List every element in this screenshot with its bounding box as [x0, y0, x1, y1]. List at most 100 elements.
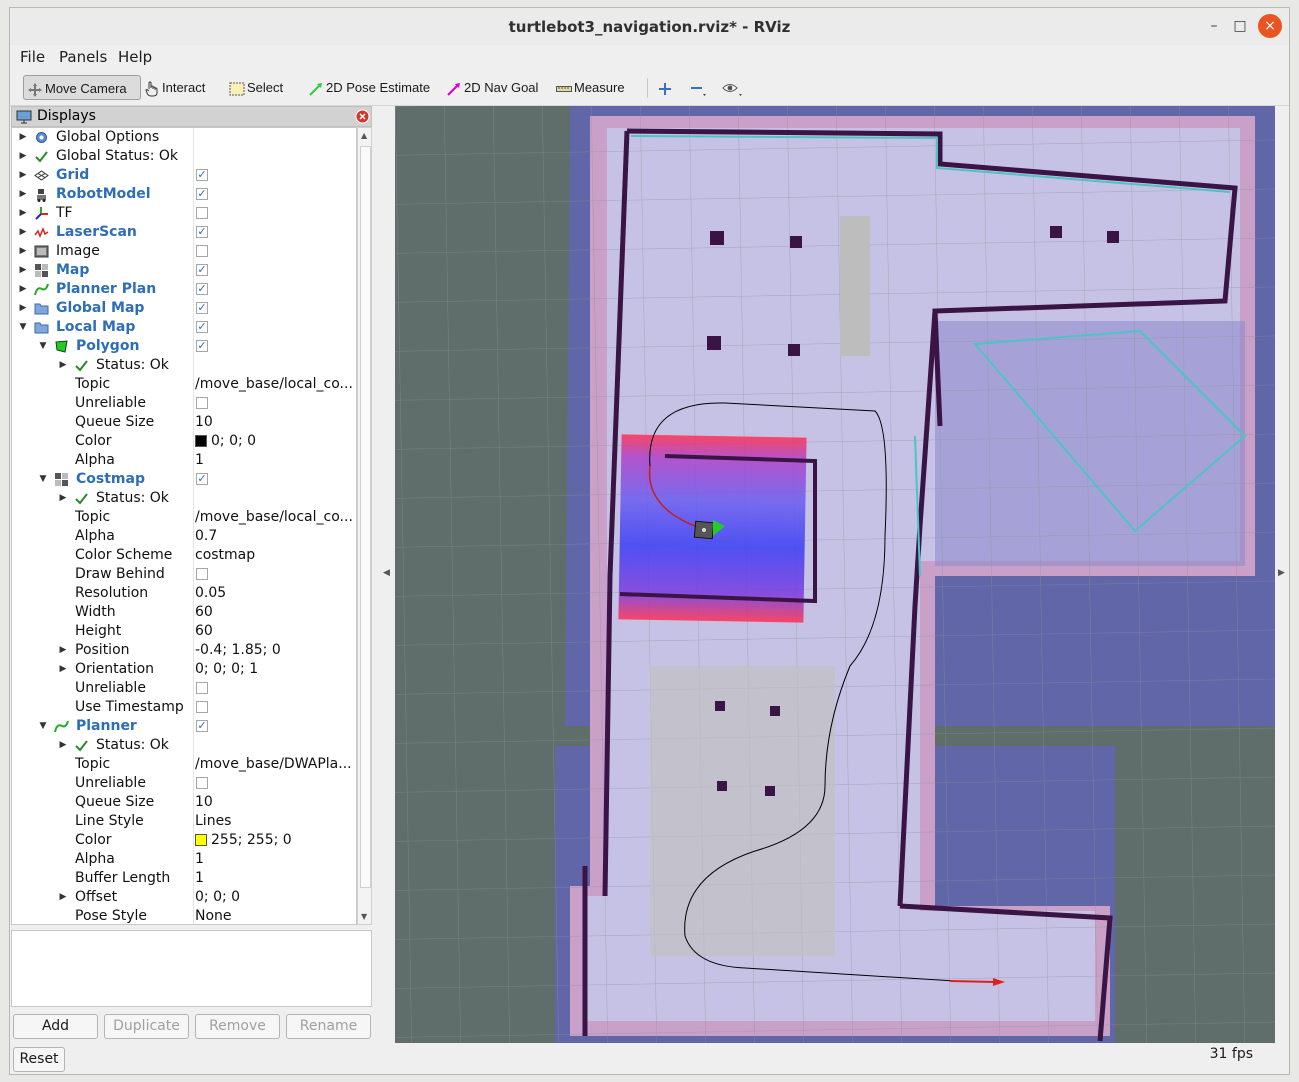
- tree-row[interactable]: Buffer Length 1: [12, 869, 356, 888]
- tree-row[interactable]: Unreliable: [12, 394, 356, 413]
- tree-row[interactable]: Resolution 0.05: [12, 584, 356, 603]
- tree-row[interactable]: Queue Size 10: [12, 413, 356, 432]
- tree-row-value[interactable]: Lines: [195, 812, 355, 831]
- enable-checkbox[interactable]: [196, 777, 208, 789]
- tree-row[interactable]: Topic/move_base/local_co...: [12, 508, 356, 527]
- enable-checkbox[interactable]: ✓: [196, 226, 208, 238]
- expanded-arrow-icon[interactable]: ▼: [18, 318, 28, 337]
- remove-tool-button[interactable]: [690, 75, 712, 100]
- enable-checkbox[interactable]: ✓: [196, 264, 208, 276]
- tree-row[interactable]: ▶ TF: [12, 204, 356, 223]
- collapsed-arrow-icon[interactable]: ▶: [58, 888, 68, 907]
- collapsed-arrow-icon[interactable]: ▶: [18, 242, 28, 261]
- tree-row[interactable]: ▶ Position -0.4; 1.85; 0: [12, 641, 356, 660]
- tree-row[interactable]: Alpha 1: [12, 451, 356, 470]
- enable-checkbox[interactable]: [196, 397, 208, 409]
- enable-checkbox[interactable]: [196, 207, 208, 219]
- nav-goal-tool[interactable]: 2D Nav Goal: [446, 75, 538, 100]
- add-tool-button[interactable]: [658, 75, 674, 100]
- tree-row[interactable]: Color 255; 255; 0: [12, 831, 356, 850]
- collapsed-arrow-icon[interactable]: ▶: [58, 489, 68, 508]
- color-swatch[interactable]: [195, 834, 207, 846]
- add-button[interactable]: Add: [13, 1014, 98, 1039]
- tree-row[interactable]: ▶ LaserScan ✓: [12, 223, 356, 242]
- tree-row[interactable]: Draw Behind: [12, 565, 356, 584]
- scroll-down-icon[interactable]: ▼: [361, 912, 367, 921]
- expanded-arrow-icon[interactable]: ▼: [38, 717, 48, 736]
- collapsed-arrow-icon[interactable]: ▶: [18, 261, 28, 280]
- tree-row-value[interactable]: -0.4; 1.85; 0: [195, 641, 355, 660]
- collapsed-arrow-icon[interactable]: ▶: [18, 280, 28, 299]
- maximize-button[interactable]: □: [1228, 14, 1252, 38]
- tree-row[interactable]: ▶ Planner Plan ✓: [12, 280, 356, 299]
- rename-button[interactable]: Rename: [286, 1014, 371, 1039]
- menu-panels[interactable]: Panels: [59, 48, 107, 66]
- tree-row[interactable]: Height 60: [12, 622, 356, 641]
- collapsed-arrow-icon[interactable]: ▶: [18, 128, 28, 147]
- tree-row-value[interactable]: 60: [195, 622, 355, 641]
- tree-row[interactable]: Alpha 1: [12, 850, 356, 869]
- enable-checkbox[interactable]: ✓: [196, 169, 208, 181]
- measure-tool[interactable]: Measure: [556, 75, 625, 100]
- tree-row[interactable]: ▶ Status: Ok: [12, 736, 356, 755]
- tree-row[interactable]: Pose Style None: [12, 907, 356, 924]
- tree-row[interactable]: Alpha 0.7: [12, 527, 356, 546]
- tree-row[interactable]: ▼ Costmap ✓: [12, 470, 356, 489]
- collapsed-arrow-icon[interactable]: ▶: [18, 185, 28, 204]
- enable-checkbox[interactable]: [196, 701, 208, 713]
- tree-row[interactable]: Topic/move_base/DWAPla...: [12, 755, 356, 774]
- tree-row[interactable]: ▶ Global Map ✓: [12, 299, 356, 318]
- tree-row[interactable]: ▶ RobotModel ✓: [12, 185, 356, 204]
- tree-row[interactable]: ▶ Status: Ok: [12, 489, 356, 508]
- collapsed-arrow-icon[interactable]: ▶: [18, 204, 28, 223]
- minimize-button[interactable]: –: [1202, 14, 1226, 38]
- enable-checkbox[interactable]: ✓: [196, 283, 208, 295]
- enable-checkbox[interactable]: ✓: [196, 340, 208, 352]
- collapsed-arrow-icon[interactable]: ▶: [58, 736, 68, 755]
- tree-row-value[interactable]: 0; 0; 0: [195, 888, 355, 907]
- tree-row[interactable]: Topic/move_base/local_co...: [12, 375, 356, 394]
- tree-scrollbar[interactable]: ▲ ▼: [357, 127, 372, 925]
- expanded-arrow-icon[interactable]: ▼: [38, 470, 48, 489]
- collapsed-arrow-icon[interactable]: ▶: [58, 660, 68, 679]
- enable-checkbox[interactable]: [196, 568, 208, 580]
- tree-row[interactable]: ▶ Global Options: [12, 128, 356, 147]
- tree-row[interactable]: Use Timestamp: [12, 698, 356, 717]
- enable-checkbox[interactable]: ✓: [196, 188, 208, 200]
- tree-row-value[interactable]: 1: [195, 869, 355, 888]
- reset-button[interactable]: Reset: [13, 1047, 65, 1072]
- tree-row-value[interactable]: 0.7: [195, 527, 355, 546]
- menu-help[interactable]: Help: [118, 48, 152, 66]
- remove-button[interactable]: Remove: [195, 1014, 280, 1039]
- close-button[interactable]: ×: [1258, 14, 1282, 38]
- tree-row[interactable]: ▶ Status: Ok: [12, 356, 356, 375]
- enable-checkbox[interactable]: ✓: [196, 302, 208, 314]
- tree-row[interactable]: ▼ Local Map ✓: [12, 318, 356, 337]
- enable-checkbox[interactable]: [196, 682, 208, 694]
- tree-row-value[interactable]: 1: [195, 850, 355, 869]
- tree-row[interactable]: Line Style Lines: [12, 812, 356, 831]
- tree-row[interactable]: ▶ Map ✓: [12, 261, 356, 280]
- enable-checkbox[interactable]: ✓: [196, 720, 208, 732]
- collapsed-arrow-icon[interactable]: ▶: [18, 166, 28, 185]
- tree-row-value[interactable]: 255; 255; 0: [195, 831, 355, 850]
- tree-row[interactable]: ▶ Grid ✓: [12, 166, 356, 185]
- interact-tool[interactable]: Interact: [144, 75, 205, 100]
- pose-estimate-tool[interactable]: 2D Pose Estimate: [308, 75, 430, 100]
- tree-row-value[interactable]: costmap: [195, 546, 355, 565]
- collapsed-arrow-icon[interactable]: ▶: [18, 223, 28, 242]
- enable-checkbox[interactable]: ✓: [196, 473, 208, 485]
- tree-row-value[interactable]: 1: [195, 451, 355, 470]
- select-tool[interactable]: Select: [229, 75, 283, 100]
- tree-row[interactable]: ▼ Polygon ✓: [12, 337, 356, 356]
- tree-row-value[interactable]: 0.05: [195, 584, 355, 603]
- tree-row[interactable]: Color Scheme costmap: [12, 546, 356, 565]
- tree-row[interactable]: ▶ Global Status: Ok: [12, 147, 356, 166]
- tree-row-value[interactable]: 0; 0; 0: [195, 432, 355, 451]
- tree-row-value[interactable]: /move_base/local_co...: [195, 508, 355, 527]
- view-options-button[interactable]: [722, 75, 748, 100]
- tree-row[interactable]: Color 0; 0; 0: [12, 432, 356, 451]
- collapsed-arrow-icon[interactable]: ▶: [58, 641, 68, 660]
- duplicate-button[interactable]: Duplicate: [104, 1014, 189, 1039]
- tree-row-value[interactable]: 10: [195, 413, 355, 432]
